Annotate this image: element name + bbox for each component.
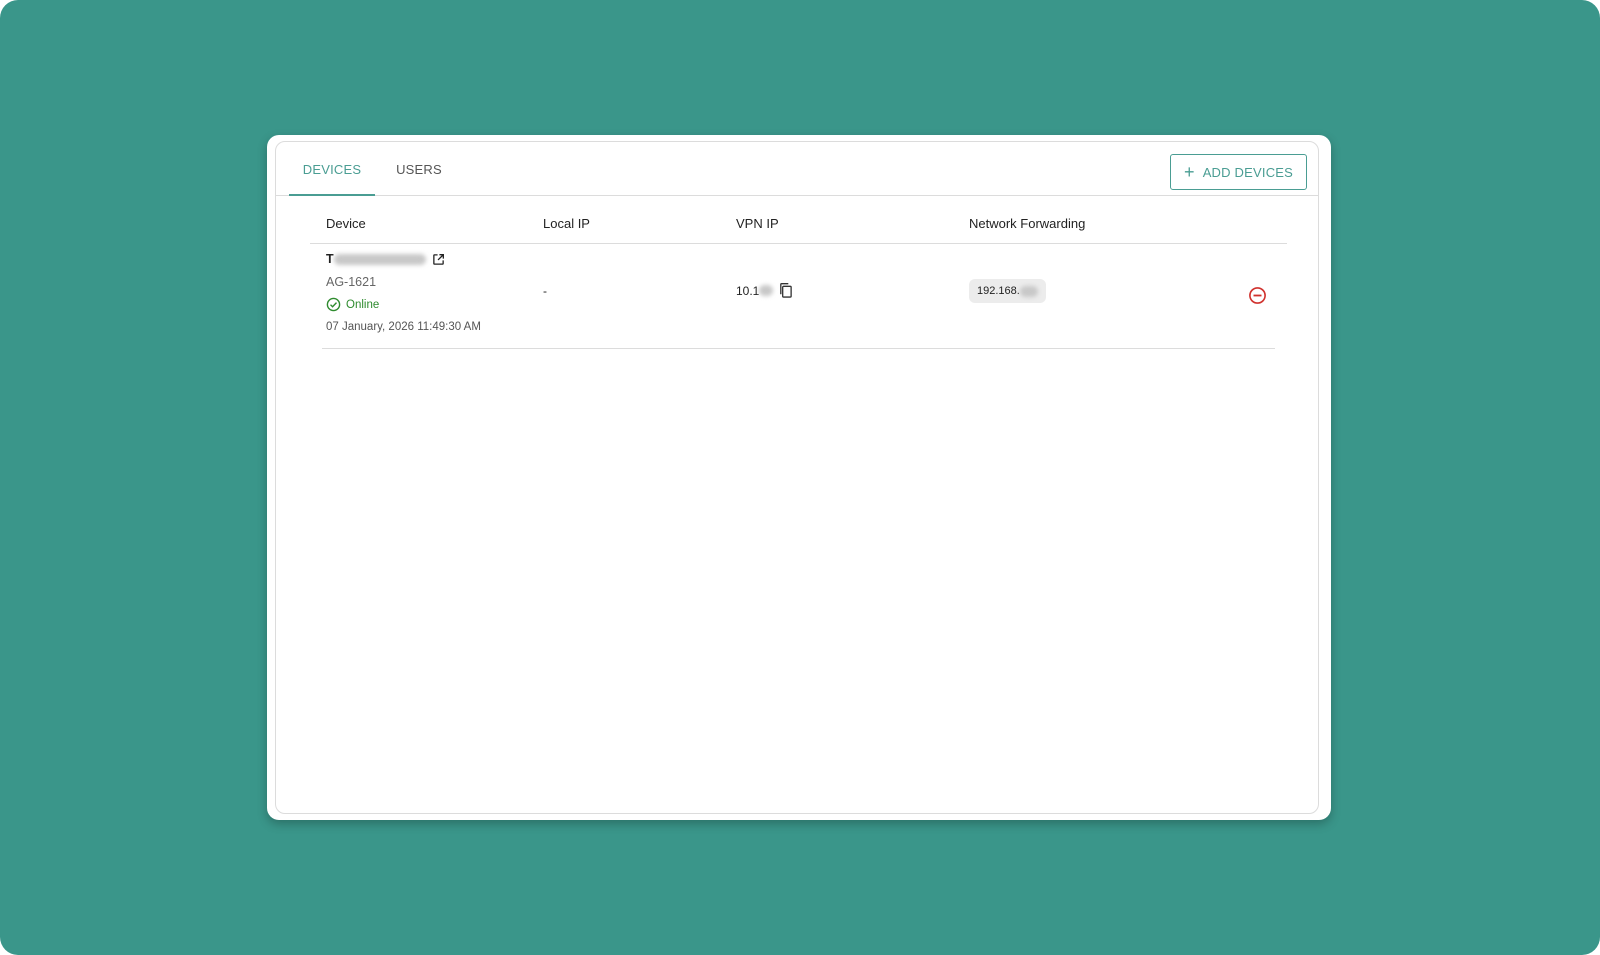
column-header-vpn-ip: VPN IP bbox=[736, 216, 779, 231]
table-header: Device Local IP VPN IP Network Forwardin… bbox=[310, 196, 1287, 244]
devices-table: Device Local IP VPN IP Network Forwardin… bbox=[310, 196, 1287, 349]
network-forwarding-text: 192.168. bbox=[977, 285, 1020, 297]
device-cell: T AG-1621 Online 07 January, 2026 11:49:… bbox=[326, 252, 481, 333]
local-ip-cell: - bbox=[543, 284, 547, 298]
device-name-text: T bbox=[326, 252, 334, 266]
remove-circle-icon[interactable] bbox=[1248, 286, 1267, 305]
device-name: T bbox=[326, 252, 481, 266]
remove-device-cell bbox=[1248, 286, 1267, 310]
column-header-device: Device bbox=[326, 216, 366, 231]
table-row: T AG-1621 Online 07 January, 2026 11:49:… bbox=[322, 244, 1275, 349]
vpn-ip-redacted bbox=[759, 285, 774, 296]
devices-panel: DEVICES USERS + ADD DEVICES Device Local… bbox=[275, 141, 1319, 814]
plus-icon: + bbox=[1183, 162, 1195, 182]
device-name-redacted bbox=[333, 253, 426, 265]
status-text: Online bbox=[346, 298, 380, 311]
vpn-ip-cell: 10.1 bbox=[736, 282, 793, 299]
last-seen-timestamp: 07 January, 2026 11:49:30 AM bbox=[326, 321, 481, 333]
add-devices-button[interactable]: + ADD DEVICES bbox=[1170, 154, 1307, 190]
tab-users[interactable]: USERS bbox=[391, 142, 447, 196]
tab-bar: DEVICES USERS + ADD DEVICES bbox=[276, 142, 1318, 196]
status-badge: Online bbox=[326, 297, 481, 312]
column-header-network-forwarding: Network Forwarding bbox=[969, 216, 1086, 231]
devices-card: DEVICES USERS + ADD DEVICES Device Local… bbox=[267, 135, 1331, 820]
vpn-ip-text: 10.1 bbox=[736, 283, 760, 298]
network-forwarding-cell: 192.168. bbox=[969, 279, 1046, 303]
device-model: AG-1621 bbox=[326, 275, 377, 289]
column-header-local-ip: Local IP bbox=[543, 216, 590, 231]
open-external-icon[interactable] bbox=[432, 253, 445, 266]
add-devices-label: ADD DEVICES bbox=[1202, 164, 1294, 180]
copy-icon[interactable] bbox=[778, 282, 793, 299]
network-forwarding-chip: 192.168. bbox=[969, 279, 1046, 303]
check-circle-icon bbox=[326, 297, 341, 312]
network-forwarding-redacted bbox=[1019, 285, 1038, 297]
tab-devices[interactable]: DEVICES bbox=[289, 142, 375, 196]
